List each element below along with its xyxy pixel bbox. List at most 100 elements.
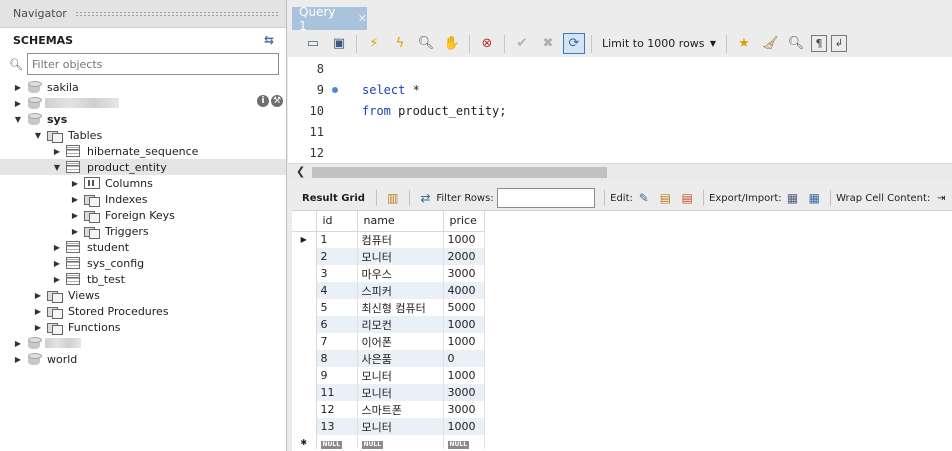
wrap-lines-icon[interactable]: ↲	[831, 35, 847, 52]
table-cell[interactable]: 13	[316, 418, 358, 435]
expand-icon[interactable]: ▶	[32, 307, 44, 316]
row-gutter[interactable]	[292, 367, 317, 384]
stop-icon[interactable]: ✋	[441, 33, 463, 54]
tree-item-sys[interactable]: ▼ sys	[0, 111, 286, 127]
save-icon[interactable]: ▣	[328, 33, 350, 54]
editor-horizontal-scrollbar[interactable]: ❮	[288, 163, 952, 180]
table-cell[interactable]: 11	[316, 384, 358, 401]
tab-query-1[interactable]: Query 1 ✕	[292, 5, 367, 33]
row-gutter[interactable]	[292, 299, 317, 316]
refresh-icon[interactable]: ⇆	[264, 33, 274, 47]
table-cell[interactable]: 모니터	[357, 367, 444, 384]
table-cell[interactable]: 1000	[443, 367, 485, 384]
row-gutter[interactable]	[292, 384, 317, 401]
tree-item-redacted-schema[interactable]: ▶ i ⚒	[0, 95, 286, 111]
close-icon[interactable]: ✕	[358, 12, 367, 25]
table-cell[interactable]: 12	[316, 401, 358, 418]
null-cell[interactable]: NULL	[357, 435, 444, 449]
tree-item-views[interactable]: ▶ Views	[0, 287, 286, 303]
table-cell[interactable]: 5000	[443, 299, 485, 316]
table-cell[interactable]: 7	[316, 333, 358, 350]
tree-item-columns[interactable]: ▶ Columns	[0, 175, 286, 191]
collapse-icon[interactable]: ▼	[32, 131, 44, 140]
table-row[interactable]: 3 마우스 3000	[292, 265, 485, 282]
table-row[interactable]: 2 모니터 2000	[292, 248, 485, 265]
table-cell[interactable]: 사은품	[357, 350, 444, 367]
table-cell[interactable]: 5	[316, 299, 358, 316]
grid-view-icon[interactable]: ▥	[384, 190, 402, 206]
null-cell[interactable]: NULL	[316, 435, 358, 449]
new-row[interactable]: ✱ NULL NULL NULL	[292, 435, 485, 449]
table-row[interactable]: 11 모니터 3000	[292, 384, 485, 401]
expand-icon[interactable]: ▶	[51, 275, 63, 284]
execute-icon[interactable]: ⚡	[363, 33, 385, 54]
toggle-error-icon[interactable]: ⊗	[476, 33, 498, 54]
table-cell[interactable]: 모니터	[357, 384, 444, 401]
table-row[interactable]: 13 모니터 1000	[292, 418, 485, 435]
sql-editor[interactable]: 8 9 select * 10 from product_entity; 11 …	[288, 57, 952, 163]
result-grid-tab[interactable]: Result Grid	[288, 193, 371, 204]
beautify-icon[interactable]: 🧹︎	[759, 33, 781, 54]
wrench-icon[interactable]: ⚒	[271, 95, 283, 107]
table-cell[interactable]: 3	[316, 265, 358, 282]
table-row[interactable]: 6 리모컨 1000	[292, 316, 485, 333]
expand-icon[interactable]: ▶	[69, 179, 81, 188]
table-cell[interactable]: 컴퓨터	[357, 231, 444, 248]
table-row[interactable]: 7 이어폰 1000	[292, 333, 485, 350]
collapse-icon[interactable]: ▼	[12, 115, 24, 124]
table-cell[interactable]: 1000	[443, 333, 485, 350]
table-cell[interactable]: 이어폰	[357, 333, 444, 350]
tree-item-stored-procedures[interactable]: ▶ Stored Procedures	[0, 303, 286, 319]
filter-rows-input[interactable]	[496, 188, 596, 208]
edit-row-icon[interactable]: ✎	[635, 190, 653, 206]
column-header[interactable]: name	[357, 211, 444, 232]
row-gutter[interactable]	[292, 418, 317, 435]
expand-icon[interactable]: ▶	[51, 243, 63, 252]
info-icon[interactable]: i	[257, 95, 269, 107]
row-gutter[interactable]	[292, 282, 317, 299]
tree-item-triggers[interactable]: ▶ Triggers	[0, 223, 286, 239]
tree-item-sakila[interactable]: ▶ sakila	[0, 79, 286, 95]
tree-item-hibernate-sequence[interactable]: ▶ hibernate_sequence	[0, 143, 286, 159]
table-cell[interactable]: 1000	[443, 231, 485, 248]
expand-icon[interactable]: ▶	[32, 291, 44, 300]
row-gutter[interactable]	[292, 401, 317, 418]
expand-icon[interactable]: ▶	[32, 323, 44, 332]
add-snippet-icon[interactable]: ★	[733, 33, 755, 54]
row-gutter[interactable]	[292, 350, 317, 367]
tree-item-student[interactable]: ▶ student	[0, 239, 286, 255]
scrollbar-thumb[interactable]	[312, 167, 607, 178]
filter-objects-input[interactable]	[27, 53, 279, 75]
table-cell[interactable]: 모니터	[357, 418, 444, 435]
table-cell[interactable]: 최신형 컴퓨터	[357, 299, 444, 316]
table-cell[interactable]: 9	[316, 367, 358, 384]
table-row[interactable]: 8 사은품 0	[292, 350, 485, 367]
expand-icon[interactable]: ▶	[12, 99, 24, 108]
wrap-cell-icon[interactable]: ⇥	[932, 190, 950, 206]
null-cell[interactable]: NULL	[443, 435, 485, 449]
table-cell[interactable]: 3000	[443, 384, 485, 401]
current-row-indicator-icon[interactable]: ▶	[292, 231, 317, 248]
delete-row-icon[interactable]: ▤	[678, 190, 696, 206]
row-gutter[interactable]	[292, 316, 317, 333]
table-cell[interactable]: 2000	[443, 248, 485, 265]
expand-icon[interactable]: ▶	[12, 83, 24, 92]
table-cell[interactable]: 1000	[443, 316, 485, 333]
table-row[interactable]: 5 최신형 컴퓨터 5000	[292, 299, 485, 316]
scroll-left-icon[interactable]: ❮	[296, 165, 305, 178]
table-cell[interactable]: 0	[443, 350, 485, 367]
table-cell[interactable]: 리모컨	[357, 316, 444, 333]
explain-icon[interactable]: 🔍︎	[415, 33, 437, 54]
refresh-icon[interactable]: ⇄	[417, 190, 435, 206]
tree-item-indexes[interactable]: ▶ Indexes	[0, 191, 286, 207]
table-cell[interactable]: 2	[316, 248, 358, 265]
row-gutter[interactable]	[292, 248, 317, 265]
table-cell[interactable]: 모니터	[357, 248, 444, 265]
expand-icon[interactable]: ▶	[69, 195, 81, 204]
import-icon[interactable]: ▦	[805, 190, 823, 206]
autocommit-icon[interactable]: ⟳	[563, 33, 585, 54]
open-file-icon[interactable]: ▭	[302, 33, 324, 54]
tree-item-tb-test[interactable]: ▶ tb_test	[0, 271, 286, 287]
column-header[interactable]: price	[443, 211, 485, 232]
row-gutter[interactable]	[292, 333, 317, 350]
